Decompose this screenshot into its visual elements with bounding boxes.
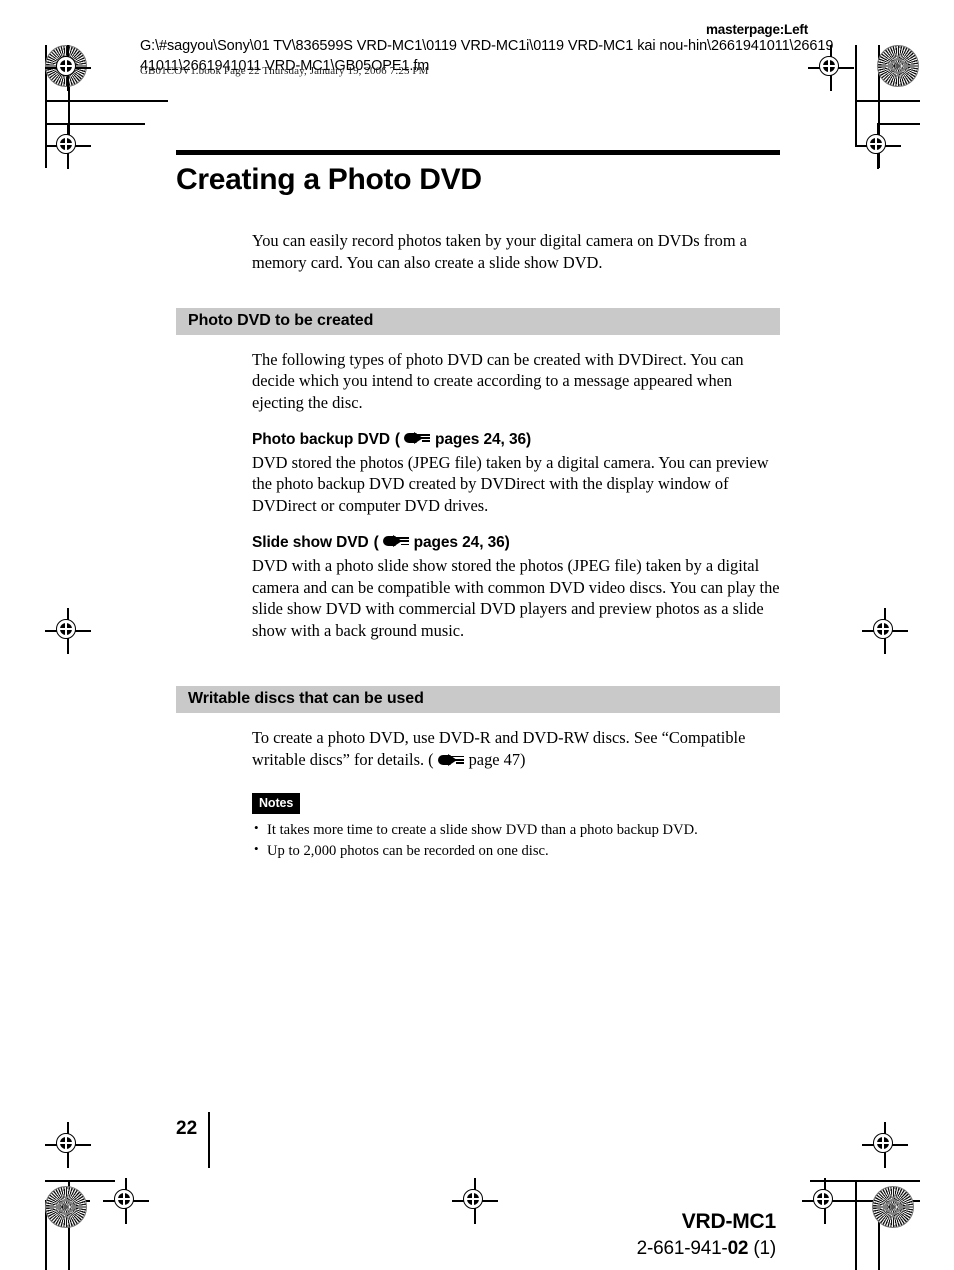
cross-reference-pages[interactable]: pages 24, 36) [435, 430, 531, 451]
registration-mark-mid-right [862, 608, 908, 654]
subsection-title: Slide show DVD [252, 534, 369, 552]
title-rule [176, 150, 780, 155]
page-title: Creating a Photo DVD [176, 163, 482, 196]
registration-mark-bottom-center [452, 1178, 498, 1224]
registration-mark-bottom-right-inner [802, 1178, 848, 1224]
registration-mark-top-left-inner [45, 123, 91, 169]
part-number-revision: 02 [727, 1237, 749, 1259]
notes-list: It takes more time to create a slide sho… [252, 819, 780, 862]
document-page: masterpage:Left G:\#sagyou\Sony\01 TV\83… [0, 0, 954, 1270]
list-item: It takes more time to create a slide sho… [252, 819, 780, 841]
model-name: VRD-MC1 [681, 1210, 776, 1233]
subsection-photo-backup-dvd: Photo backup DVD ( pages 24, 36) DVD sto… [252, 430, 780, 517]
subsection-slide-show-dvd: Slide show DVD ( pages 24, 36) DVD with … [252, 533, 780, 642]
registration-star-top-right [877, 45, 919, 87]
folio-rule [208, 1112, 210, 1168]
registration-mark-bottom-left-inner [103, 1178, 149, 1224]
subsection-body: DVD with a photo slide show stored the p… [252, 555, 780, 641]
crop-mark-line [45, 100, 168, 102]
crop-mark-line [855, 1180, 857, 1270]
subsection-title: Photo backup DVD [252, 431, 390, 449]
section-heading-writable-discs: Writable discs that can be used [176, 685, 780, 713]
registration-mark-mid-left [45, 608, 91, 654]
part-number-prefix: 2-661-941- [636, 1237, 728, 1259]
subsection-body: DVD stored the photos (JPEG file) taken … [252, 452, 769, 516]
page-number: 22 [176, 1118, 198, 1139]
part-number: 2-661-941-02 (1) [636, 1236, 777, 1261]
pointing-hand-icon [382, 535, 409, 548]
chapter-intro-paragraph: You can easily record photos taken by yo… [252, 231, 747, 272]
cross-reference-pages[interactable]: pages 24, 36) [414, 533, 510, 554]
registration-mark-top-left-outer [45, 45, 91, 91]
subsection-heading-slide-show-dvd: Slide show DVD ( pages 24, 36) [252, 533, 780, 554]
pointing-hand-icon [437, 753, 464, 766]
list-item: Up to 2,000 photos can be recorded on on… [252, 840, 780, 862]
section-intro-paragraph: The following types of photo DVD can be … [252, 349, 744, 413]
ref-open-paren: ( [394, 431, 400, 449]
colophon: VRD-MC1 2-661-941-02 (1) [636, 1208, 777, 1261]
registration-mark-top-right-inner [855, 123, 901, 169]
pointing-hand-icon [403, 432, 430, 445]
notes-block: Notes It takes more time to create a sli… [252, 771, 780, 863]
masterpage-label: masterpage:Left [705, 22, 808, 37]
registration-mark-bottom-right-upper [862, 1122, 908, 1168]
ref-open-paren: ( [373, 534, 379, 552]
writable-discs-paragraph: To create a photo DVD, use DVD-R and DVD… [252, 727, 780, 771]
section-heading-photo-dvd: Photo DVD to be created [176, 307, 780, 335]
cross-reference-page-47[interactable]: page 47) [469, 750, 526, 769]
registration-star-bottom-right [872, 1186, 914, 1228]
part-number-suffix: (1) [748, 1237, 776, 1259]
notes-label: Notes [252, 792, 301, 815]
registration-star-bottom-left [45, 1186, 87, 1228]
subsection-heading-photo-backup-dvd: Photo backup DVD ( pages 24, 36) [252, 430, 780, 451]
book-stamp-line: GB01COV1.book Page 22 Thursday, January … [140, 65, 429, 77]
crop-mark-line [855, 100, 920, 102]
registration-mark-bottom-left-upper [45, 1122, 91, 1168]
page-content: Creating a Photo DVD You can easily reco… [176, 150, 780, 863]
